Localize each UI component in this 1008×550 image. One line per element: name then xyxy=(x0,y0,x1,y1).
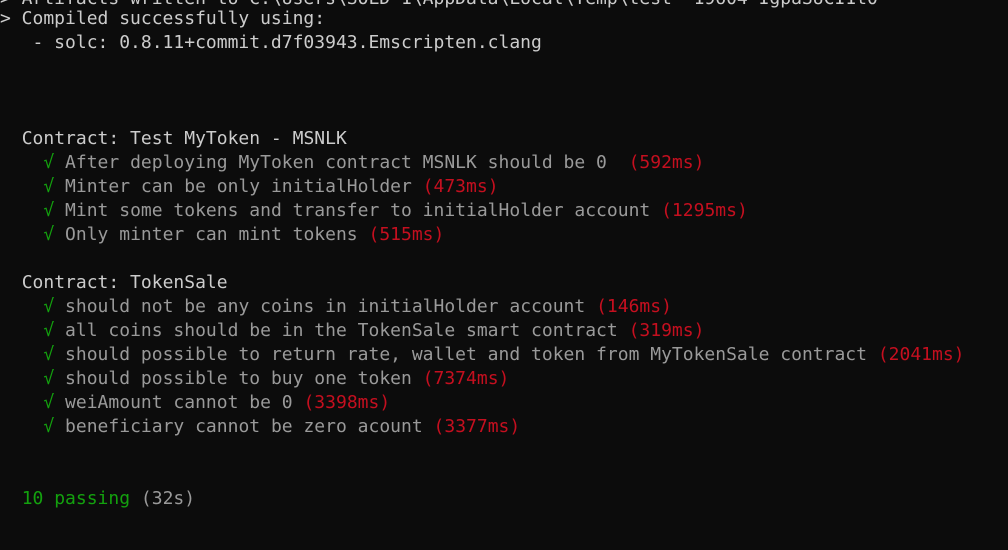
test-name: should possible to buy one token xyxy=(65,368,412,389)
check-icon: √ xyxy=(43,416,55,437)
output-line-solc: - solc: 0.8.11+commit.d7f03943.Emscripte… xyxy=(0,32,542,53)
check-icon: √ xyxy=(43,344,55,365)
test-result-line: √ Minter can be only initialHolder (473m… xyxy=(0,175,499,199)
check-icon: √ xyxy=(43,296,55,317)
check-icon: √ xyxy=(43,200,55,221)
test-name: should not be any coins in initialHolder… xyxy=(65,296,586,317)
test-name: Mint some tokens and transfer to initial… xyxy=(65,200,651,221)
check-icon: √ xyxy=(43,224,55,245)
test-duration: (1295ms) xyxy=(661,200,748,221)
test-name: After deploying MyToken contract MSNLK s… xyxy=(65,152,618,173)
terminal-window[interactable]: > Artifacts written to C:\Users\SOLD~1\A… xyxy=(0,0,1008,550)
test-duration: (7374ms) xyxy=(422,368,510,389)
summary-line: 10 passing (32s) xyxy=(0,487,195,511)
test-duration: (515ms) xyxy=(368,224,445,245)
test-duration: (2041ms) xyxy=(877,344,965,365)
suite-title: Contract: Test MyToken - MSNLK xyxy=(21,128,347,149)
test-result-line: √ should not be any coins in initialHold… xyxy=(0,295,672,319)
check-icon: √ xyxy=(43,392,55,413)
passing-count: 10 passing xyxy=(21,488,131,509)
test-duration: (146ms) xyxy=(596,296,672,317)
test-result-line: √ all coins should be in the TokenSale s… xyxy=(0,319,704,343)
check-icon: √ xyxy=(43,152,55,173)
test-duration: (3398ms) xyxy=(303,392,391,413)
test-result-line: √ should possible to return rate, wallet… xyxy=(0,343,965,367)
test-duration: (319ms) xyxy=(628,320,705,341)
test-duration: (592ms) xyxy=(628,152,705,173)
test-name: all coins should be in the TokenSale sma… xyxy=(65,320,618,341)
test-result-line: √ After deploying MyToken contract MSNLK… xyxy=(0,151,704,175)
test-result-line: √ Only minter can mint tokens (515ms) xyxy=(0,223,444,247)
test-result-line: √ beneficiary cannot be zero acount (337… xyxy=(0,415,520,439)
check-icon: √ xyxy=(43,176,55,197)
test-name: beneficiary cannot be zero acount xyxy=(65,416,423,437)
test-name: Minter can be only initialHolder xyxy=(65,176,412,197)
test-name: weiAmount cannot be 0 xyxy=(65,392,293,413)
test-result-line: √ Mint some tokens and transfer to initi… xyxy=(0,199,748,223)
output-line-compiled: > Compiled successfully using: xyxy=(0,8,326,29)
test-name: Only minter can mint tokens xyxy=(65,224,358,245)
total-duration: (32s) xyxy=(140,488,196,509)
suite-title: Contract: TokenSale xyxy=(21,272,228,293)
check-icon: √ xyxy=(43,320,55,341)
test-name: should possible to return rate, wallet a… xyxy=(65,344,867,365)
test-result-line: √ should possible to buy one token (7374… xyxy=(0,367,509,391)
test-duration: (3377ms) xyxy=(433,416,521,437)
test-result-line: √ weiAmount cannot be 0 (3398ms) xyxy=(0,391,390,415)
test-duration: (473ms) xyxy=(422,176,499,197)
check-icon: √ xyxy=(43,368,55,389)
